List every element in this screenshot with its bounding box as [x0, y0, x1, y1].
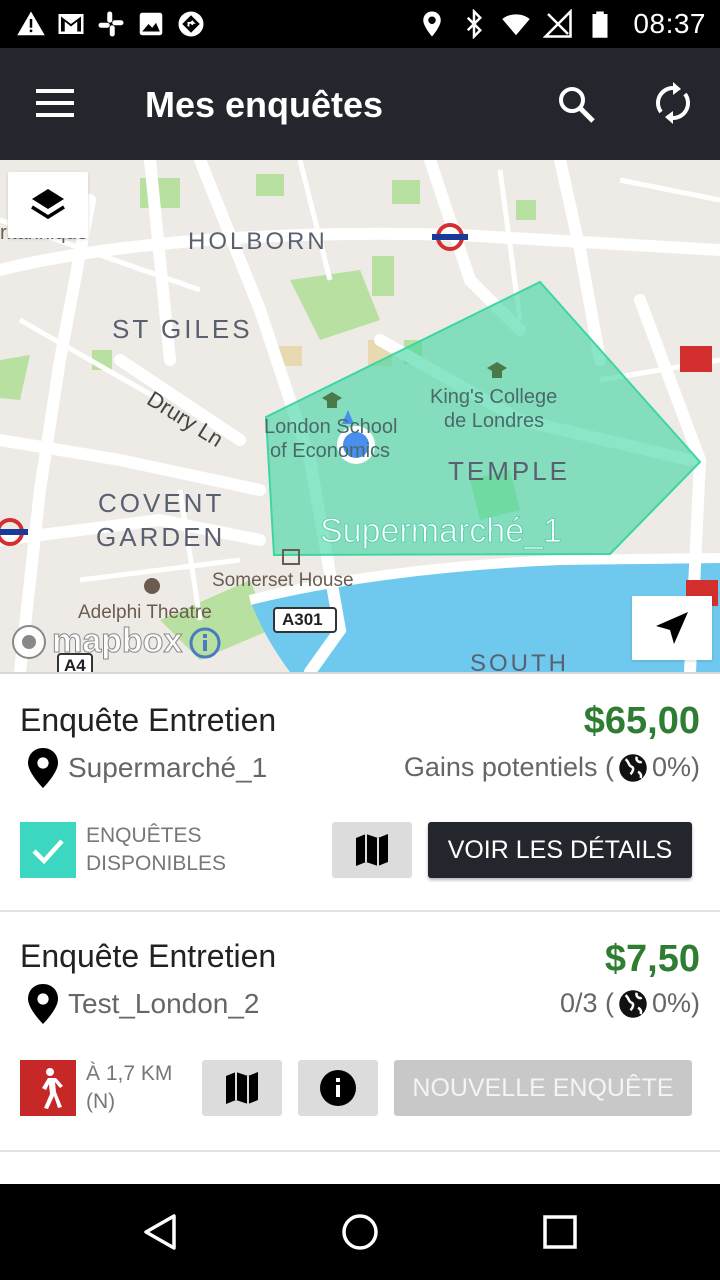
- map-label-st-giles: ST GILES: [112, 314, 253, 344]
- location-icon: [423, 11, 442, 37]
- survey-meta-suffix: 0%): [651, 988, 700, 1018]
- status-line-2: DISPONIBLES: [86, 852, 227, 875]
- battery-icon: [592, 11, 608, 38]
- map-label-covent: COVENT: [98, 488, 225, 518]
- mapbox-wordmark: mapbox: [51, 622, 183, 661]
- map-label-kings: King's College: [430, 386, 558, 408]
- map-label-garden: GARDEN: [96, 522, 226, 552]
- survey-card: Enquête Entretien $7,50 Test_London_2 0/…: [0, 912, 720, 1152]
- survey-title: Enquête Entretien: [20, 702, 277, 738]
- survey-price: $7,50: [604, 938, 700, 980]
- status-badge: [20, 1060, 76, 1116]
- page-title: Mes enquêtes: [145, 84, 384, 125]
- menu-icon[interactable]: [36, 86, 76, 120]
- info-button[interactable]: [298, 1060, 378, 1116]
- navigation-diamond-icon: [178, 11, 204, 37]
- status-text: ENQUÊTES DISPONIBLES: [86, 822, 226, 878]
- status-line-1: À 1,7 KM: [86, 1062, 173, 1085]
- status-badge: [20, 822, 76, 878]
- survey-location: Supermarché_1: [28, 748, 267, 788]
- info-icon: [320, 1070, 356, 1106]
- survey-location-label: Supermarché_1: [68, 752, 268, 783]
- map-label-lse: London School: [264, 416, 398, 438]
- survey-meta-suffix: 0%): [651, 752, 700, 782]
- survey-card-partial: [0, 1152, 720, 1184]
- app-bar: Mes enquêtes: [0, 48, 720, 160]
- survey-title: Enquête Entretien: [20, 938, 277, 974]
- warning-icon: [17, 11, 45, 36]
- map-label-lse-2: of Economics: [270, 440, 391, 462]
- survey-location-label: Test_London_2: [68, 988, 260, 1019]
- survey-meta: 0/3 ( 0%): [560, 988, 700, 1019]
- navigation-arrow-icon: [656, 612, 688, 644]
- layers-icon: [31, 189, 65, 220]
- map-pin-icon: [28, 984, 58, 1024]
- map-layers-button[interactable]: [8, 172, 88, 238]
- attribution-info-icon[interactable]: [188, 626, 222, 660]
- status-line-1: ENQUÊTES: [86, 824, 202, 847]
- system-nav-bar: [0, 1184, 720, 1280]
- view-on-map-button[interactable]: [202, 1060, 282, 1116]
- map-label-south: SOUTH: [470, 650, 569, 672]
- survey-location: Test_London_2: [28, 984, 260, 1024]
- map-label-kings-2: de Londres: [444, 410, 545, 432]
- status-line-2: (N): [86, 1090, 116, 1113]
- search-icon[interactable]: [556, 84, 596, 124]
- check-icon: [32, 839, 64, 865]
- zone-label: Supermarché_1: [320, 512, 563, 551]
- back-icon[interactable]: [140, 1212, 180, 1252]
- map-view[interactable]: ritannique HOLBORN ST GILES Drury Ln Lon…: [0, 160, 720, 672]
- view-on-map-button[interactable]: [332, 822, 412, 878]
- bluetooth-icon: [467, 9, 483, 39]
- map-icon: [226, 1072, 258, 1104]
- map-icon: [356, 834, 388, 866]
- status-text: À 1,7 KM (N): [86, 1060, 172, 1116]
- map-label-a301: A301: [282, 610, 323, 629]
- home-icon[interactable]: [340, 1212, 380, 1252]
- slack-icon: [98, 11, 124, 37]
- walking-icon: [42, 1068, 63, 1109]
- map-label-somerset: Somerset House: [212, 570, 354, 591]
- map-label-adelphi: Adelphi Theatre: [78, 602, 212, 623]
- survey-card: Enquête Entretien $65,00 Supermarché_1 G…: [0, 672, 720, 912]
- survey-price: $65,00: [583, 700, 700, 742]
- mapbox-logo: mapbox: [10, 622, 183, 661]
- survey-status: ENQUÊTES DISPONIBLES: [20, 822, 226, 878]
- wifi-icon: [502, 14, 531, 36]
- survey-meta-prefix: Gains potentiels (: [403, 752, 614, 782]
- map-label-temple: TEMPLE: [448, 456, 571, 486]
- status-time: 08:37: [633, 8, 706, 39]
- survey-meta-prefix: 0/3 (: [559, 988, 614, 1018]
- globe-icon: [619, 989, 647, 1018]
- map-locate-button[interactable]: [632, 596, 712, 660]
- refresh-icon[interactable]: [652, 82, 694, 124]
- new-survey-button[interactable]: NOUVELLE ENQUÊTE: [394, 1060, 692, 1116]
- view-details-button[interactable]: VOIR LES DÉTAILS: [428, 822, 692, 878]
- image-icon: [139, 12, 163, 36]
- survey-meta: Gains potentiels ( 0%): [404, 752, 700, 783]
- recents-icon[interactable]: [540, 1212, 580, 1252]
- map-pin-icon: [28, 748, 58, 788]
- status-bar: 08:37: [0, 0, 720, 48]
- mapbox-logo-icon: [12, 624, 46, 659]
- no-signal-icon: [543, 9, 573, 38]
- gmail-icon: [58, 14, 84, 34]
- map-label-holborn: HOLBORN: [188, 228, 328, 255]
- survey-status: À 1,7 KM (N): [20, 1060, 172, 1116]
- globe-icon: [619, 753, 647, 782]
